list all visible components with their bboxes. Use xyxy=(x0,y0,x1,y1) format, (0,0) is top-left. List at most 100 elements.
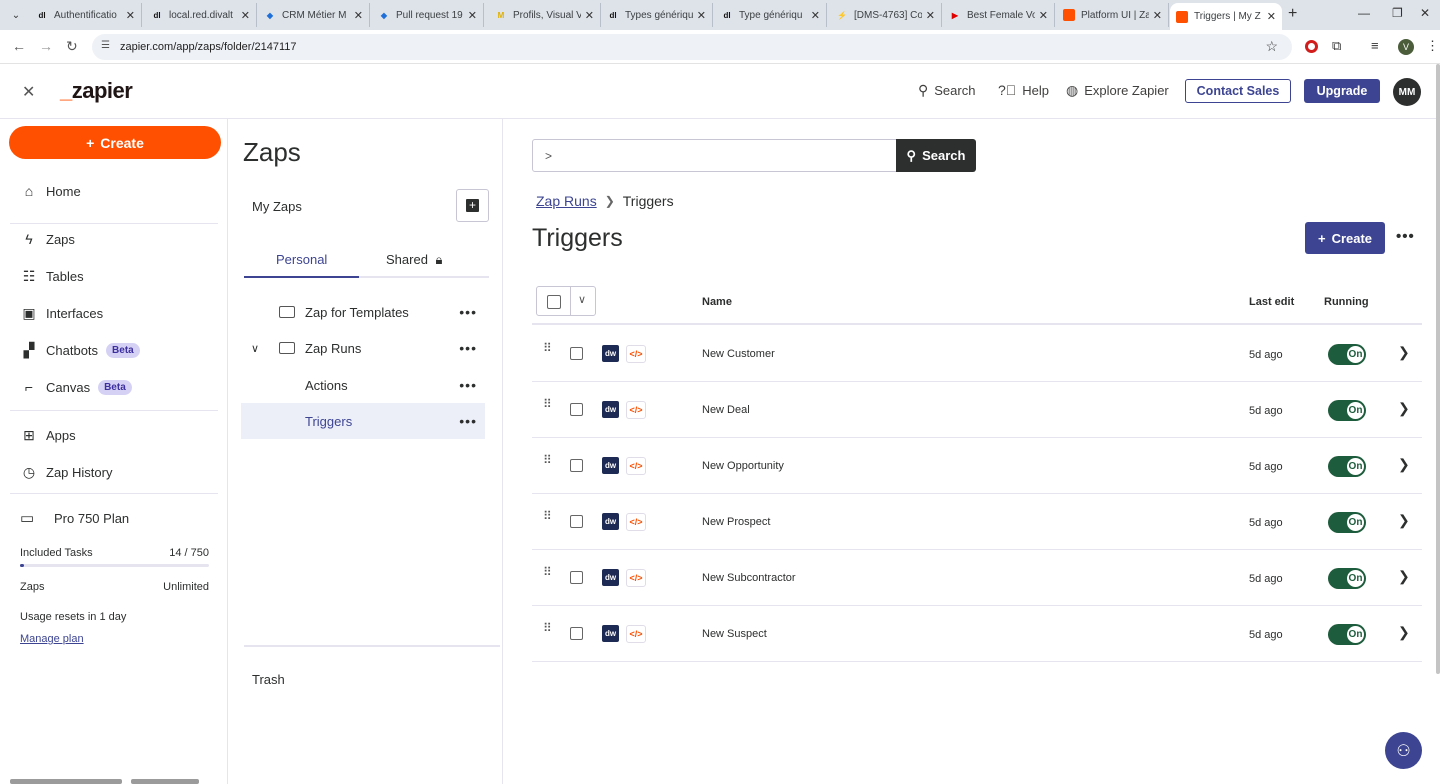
browser-tab[interactable]: Platform UI | Za ✕ xyxy=(1057,3,1169,27)
drag-handle-icon[interactable]: ⠿ xyxy=(543,622,552,634)
minimize-icon[interactable]: — xyxy=(1358,6,1370,20)
trash-link[interactable]: Trash xyxy=(252,672,285,687)
table-row[interactable]: ⠿ dw </> New Suspect 5d ago On ❯ xyxy=(532,606,1422,662)
zapier-logo[interactable]: _zapier xyxy=(60,78,133,104)
browser-tab[interactable]: ▶ Best Female Vo ✕ xyxy=(943,3,1055,27)
reload-icon[interactable]: ↻ xyxy=(66,38,78,55)
explore-zapier-button[interactable]: ◍ Explore Zapier xyxy=(1066,82,1169,99)
header-search-button[interactable]: ⚲ Search xyxy=(918,82,975,99)
zap-name[interactable]: New Prospect xyxy=(702,516,770,528)
site-info-icon[interactable]: ☰ xyxy=(101,40,110,51)
sidebar-item-tables[interactable]: ☷ Tables xyxy=(20,266,84,286)
close-window-icon[interactable]: ✕ xyxy=(1420,6,1430,20)
tab-shared[interactable]: Shared 🔒︎ xyxy=(386,252,442,268)
zap-name[interactable]: New Customer xyxy=(702,348,775,360)
create-zap-button[interactable]: + Create xyxy=(1305,222,1385,254)
close-icon[interactable]: ✕ xyxy=(22,82,35,102)
chevron-right-icon[interactable]: ❯ xyxy=(1398,568,1410,585)
tab-close-icon[interactable]: ✕ xyxy=(126,9,135,22)
running-toggle[interactable]: On xyxy=(1328,568,1366,589)
zap-name[interactable]: New Deal xyxy=(702,404,750,416)
drag-handle-icon[interactable]: ⠿ xyxy=(543,510,552,522)
search-submit-button[interactable]: ⚲ Search xyxy=(896,139,976,172)
help-button[interactable]: ?⃝ Help xyxy=(998,82,1049,98)
user-avatar[interactable]: MM xyxy=(1393,78,1421,106)
running-toggle[interactable]: On xyxy=(1328,512,1366,533)
tab-close-icon[interactable]: ✕ xyxy=(354,9,363,22)
browser-tab[interactable]: M Profils, Visual V ✕ xyxy=(489,3,601,27)
folder-item[interactable]: Triggers ••• xyxy=(241,403,485,439)
folder-more-icon[interactable]: ••• xyxy=(459,377,477,393)
sidebar-item-zap-history[interactable]: ◷ Zap History xyxy=(20,462,113,482)
tab-close-icon[interactable]: ✕ xyxy=(1039,9,1048,22)
chevron-right-icon[interactable]: ❯ xyxy=(1398,624,1410,641)
running-toggle[interactable]: On xyxy=(1328,624,1366,645)
chevron-right-icon[interactable]: ❯ xyxy=(1398,512,1410,529)
column-name[interactable]: Name xyxy=(702,296,732,308)
running-toggle[interactable]: On xyxy=(1328,400,1366,421)
opera-extension-icon[interactable] xyxy=(1305,40,1318,53)
browser-tab[interactable]: dl Type génériqu ✕ xyxy=(715,3,827,27)
back-icon[interactable]: ← xyxy=(12,38,26,54)
breadcrumb-parent-link[interactable]: Zap Runs xyxy=(536,193,597,209)
folder-more-icon[interactable]: ••• xyxy=(459,304,477,320)
extensions-icon[interactable]: ⧉ xyxy=(1332,38,1341,54)
chevron-down-icon[interactable]: ∨ xyxy=(251,342,259,355)
drag-handle-icon[interactable]: ⠿ xyxy=(543,566,552,578)
browser-tab[interactable]: ◆ Pull request 19 ✕ xyxy=(372,3,484,27)
tab-close-icon[interactable]: ✕ xyxy=(697,9,706,22)
row-checkbox[interactable] xyxy=(570,571,583,584)
select-all-checkbox[interactable] xyxy=(547,295,561,309)
tab-personal[interactable]: Personal xyxy=(276,252,327,267)
row-checkbox[interactable] xyxy=(570,403,583,416)
tab-search-icon[interactable]: ⌄ xyxy=(6,5,26,25)
tab-close-icon[interactable]: ✕ xyxy=(585,9,594,22)
forward-icon[interactable]: → xyxy=(39,38,53,54)
add-folder-button[interactable]: + xyxy=(456,189,489,222)
sidebar-item-interfaces[interactable]: ▣ Interfaces xyxy=(20,303,103,323)
sidebar-item-canvas[interactable]: ⌐ Canvas Beta xyxy=(20,377,132,397)
zap-name[interactable]: New Subcontractor xyxy=(702,572,796,584)
browser-tab[interactable]: dl Types génériqu ✕ xyxy=(601,3,713,27)
running-toggle[interactable]: On xyxy=(1328,456,1366,477)
profile-avatar[interactable]: V xyxy=(1398,39,1414,55)
folder-more-icon[interactable]: ••• xyxy=(459,413,477,429)
chevron-right-icon[interactable]: ❯ xyxy=(1398,400,1410,417)
sidebar-item-apps[interactable]: ⊞ Apps xyxy=(20,425,76,445)
table-row[interactable]: ⠿ dw </> New Prospect 5d ago On ❯ xyxy=(532,494,1422,550)
tab-close-icon[interactable]: ✕ xyxy=(926,9,935,22)
chevron-down-icon[interactable]: ∨ xyxy=(578,293,586,306)
select-all-control[interactable]: ∨ xyxy=(536,286,596,316)
table-row[interactable]: ⠿ dw </> New Subcontractor 5d ago On ❯ xyxy=(532,550,1422,606)
folder-item[interactable]: ∨ Zap Runs ••• xyxy=(241,330,485,366)
drag-handle-icon[interactable]: ⠿ xyxy=(543,454,552,466)
restore-icon[interactable]: ❐ xyxy=(1392,6,1403,20)
zap-name[interactable]: New Suspect xyxy=(702,628,767,640)
row-checkbox[interactable] xyxy=(570,515,583,528)
tab-close-icon[interactable]: ✕ xyxy=(1153,9,1162,22)
zap-search-input[interactable] xyxy=(564,139,897,172)
browser-tab[interactable]: ◆ CRM Métier M ✕ xyxy=(258,3,370,27)
row-checkbox[interactable] xyxy=(570,627,583,640)
folder-item[interactable]: Zap for Templates ••• xyxy=(241,294,485,330)
table-row[interactable]: ⠿ dw </> New Customer 5d ago On ❯ xyxy=(532,326,1422,382)
tab-close-icon[interactable]: ✕ xyxy=(811,9,820,22)
create-button[interactable]: + Create xyxy=(9,126,221,159)
table-row[interactable]: ⠿ dw </> New Deal 5d ago On ❯ xyxy=(532,382,1422,438)
sidebar-item-zaps[interactable]: ϟ Zaps xyxy=(20,229,75,249)
drag-handle-icon[interactable]: ⠿ xyxy=(543,342,552,354)
more-options-icon[interactable]: ••• xyxy=(1396,228,1415,245)
search-expand-button[interactable]: > xyxy=(532,139,565,172)
running-toggle[interactable]: On xyxy=(1328,344,1366,365)
media-icon[interactable]: ≡ xyxy=(1371,38,1379,53)
row-checkbox[interactable] xyxy=(570,347,583,360)
column-last-edit[interactable]: Last edit xyxy=(1249,296,1294,308)
row-checkbox[interactable] xyxy=(570,459,583,472)
browser-tab[interactable]: dl Authentificatio ✕ xyxy=(30,3,142,27)
chevron-right-icon[interactable]: ❯ xyxy=(1398,344,1410,361)
drag-handle-icon[interactable]: ⠿ xyxy=(543,398,552,410)
tab-close-icon[interactable]: ✕ xyxy=(241,9,250,22)
sidebar-item-chatbots[interactable]: ▞ Chatbots Beta xyxy=(20,340,140,360)
folder-item[interactable]: Actions ••• xyxy=(241,367,485,403)
tab-close-icon[interactable]: ✕ xyxy=(468,9,477,22)
